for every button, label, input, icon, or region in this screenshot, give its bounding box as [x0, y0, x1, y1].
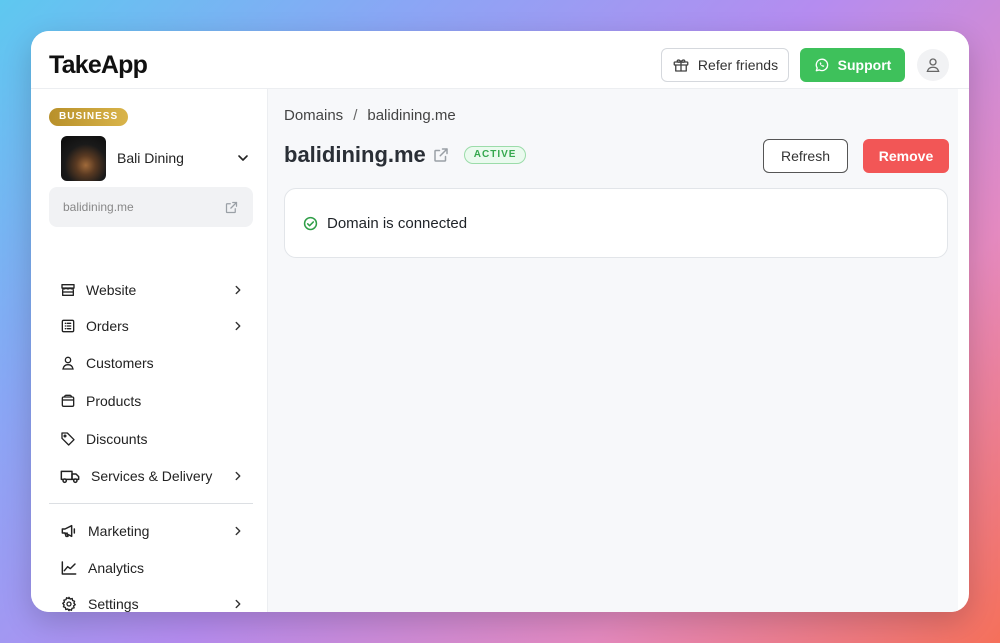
- breadcrumb-separator: /: [353, 107, 358, 124]
- external-link-icon: [225, 201, 238, 213]
- sidebar-divider: [49, 503, 253, 504]
- chevron-right-icon: [235, 599, 241, 609]
- business-badge: BUSINESS: [49, 108, 129, 126]
- gift-icon: [673, 59, 689, 72]
- tag-icon: [60, 431, 76, 447]
- support-button[interactable]: Support: [800, 48, 905, 82]
- store-switcher[interactable]: Bali Dining: [61, 135, 251, 181]
- sidebar-item-settings[interactable]: Settings: [49, 589, 253, 612]
- top-bar: TakeApp Refer friends Support: [31, 31, 969, 89]
- title-row: balidining.me ACTIVE: [284, 142, 527, 168]
- chevron-right-icon: [235, 471, 241, 481]
- external-link-icon[interactable]: [432, 146, 450, 164]
- sidebar-item-label: Settings: [88, 596, 139, 612]
- refresh-button[interactable]: Refresh: [763, 139, 848, 173]
- megaphone-icon: [60, 523, 78, 539]
- store-name: Bali Dining: [117, 150, 184, 166]
- user-icon: [60, 355, 76, 371]
- sidebar-item-label: Customers: [86, 355, 154, 371]
- sidebar-item-products[interactable]: Products: [49, 386, 253, 416]
- support-label: Support: [837, 57, 892, 73]
- user-avatar-button[interactable]: [917, 49, 949, 81]
- storefront-icon: [60, 282, 76, 298]
- app-window: TakeApp Refer friends Support BUSINESS B…: [31, 31, 969, 612]
- sidebar-item-label: Website: [86, 282, 137, 298]
- connection-status-text: Domain is connected: [327, 214, 468, 232]
- chart-icon: [60, 560, 78, 576]
- main-content: Domains / balidining.me balidining.me AC…: [268, 89, 958, 612]
- gear-icon: [60, 596, 78, 612]
- sidebar-item-label: Marketing: [88, 523, 150, 539]
- truck-icon: [60, 468, 80, 484]
- page-title: balidining.me: [284, 142, 426, 167]
- status-badge: ACTIVE: [463, 146, 527, 164]
- store-domain-link[interactable]: balidining.me: [49, 187, 253, 227]
- sidebar-item-marketing[interactable]: Marketing: [49, 516, 253, 546]
- sidebar: BUSINESS Bali Dining balidining.me Websi…: [31, 89, 268, 612]
- chevron-right-icon: [235, 285, 241, 295]
- breadcrumb-current: balidining.me: [367, 107, 456, 124]
- refer-friends-label: Refer friends: [697, 57, 779, 73]
- sidebar-item-website[interactable]: Website: [49, 275, 253, 305]
- user-icon: [926, 58, 940, 73]
- sidebar-item-label: Orders: [86, 318, 129, 334]
- sidebar-item-label: Products: [86, 393, 142, 409]
- store-domain-text: balidining.me: [63, 200, 134, 214]
- breadcrumb: Domains / balidining.me: [284, 107, 456, 124]
- chevron-right-icon: [235, 321, 241, 331]
- whatsapp-icon: [815, 58, 828, 72]
- chevron-right-icon: [235, 526, 241, 536]
- chevron-down-icon: [238, 155, 248, 161]
- sidebar-item-label: Discounts: [86, 431, 148, 447]
- app-logo[interactable]: TakeApp: [49, 51, 148, 80]
- breadcrumb-domains[interactable]: Domains: [284, 107, 343, 124]
- check-circle-icon: [303, 216, 318, 230]
- receipt-icon: [60, 318, 76, 334]
- sidebar-item-orders[interactable]: Orders: [49, 311, 253, 341]
- refer-friends-button[interactable]: Refer friends: [661, 48, 789, 82]
- connection-status-card: Domain is connected: [284, 188, 948, 258]
- sidebar-item-label: Services & Delivery: [91, 468, 213, 484]
- sidebar-item-analytics[interactable]: Analytics: [49, 553, 253, 583]
- sidebar-item-discounts[interactable]: Discounts: [49, 424, 253, 454]
- box-icon: [60, 393, 76, 409]
- sidebar-item-label: Analytics: [88, 560, 145, 576]
- remove-button[interactable]: Remove: [863, 139, 949, 173]
- store-thumbnail: [61, 135, 106, 181]
- sidebar-item-customers[interactable]: Customers: [49, 348, 253, 378]
- sidebar-item-services-delivery[interactable]: Services & Delivery: [49, 461, 253, 491]
